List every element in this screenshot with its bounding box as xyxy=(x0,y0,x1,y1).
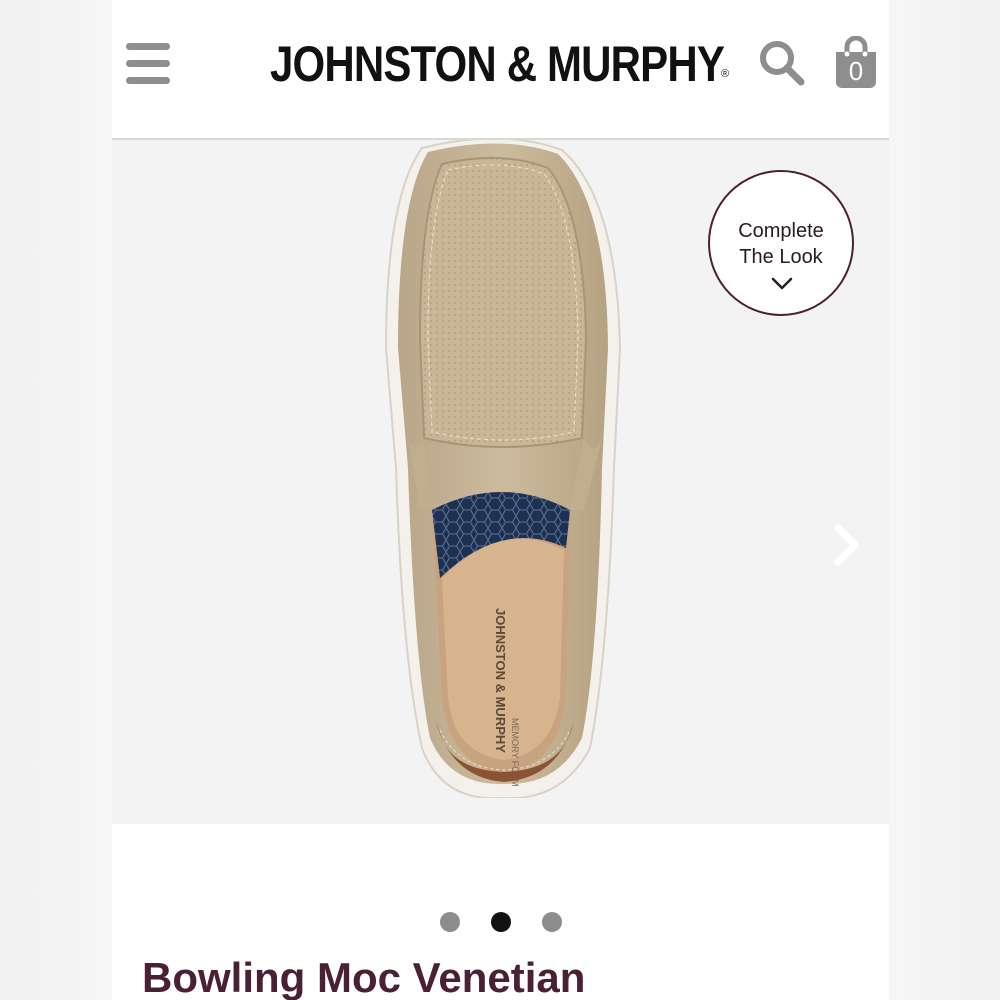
menu-bar xyxy=(126,60,170,67)
shopping-bag-icon[interactable]: 0 xyxy=(832,35,880,90)
product-image: JOHNSTON & MURPHY MEMORY FOAM xyxy=(384,140,622,798)
complete-the-look-button[interactable]: Complete The Look xyxy=(708,170,854,316)
complete-the-look-label: Complete The Look xyxy=(710,218,852,270)
menu-bar xyxy=(126,43,170,50)
chevron-right-icon[interactable] xyxy=(830,520,864,570)
mobile-screen: JOHNSTON & MURPHY ® 0 JOHNSTON & MURPHY … xyxy=(112,0,889,1000)
insole-brand-text: JOHNSTON & MURPHY xyxy=(493,608,508,753)
brand-logo[interactable]: JOHNSTON & MURPHY xyxy=(270,34,725,94)
cart-count: 0 xyxy=(848,56,864,86)
pagination-dot-3[interactable] xyxy=(542,912,562,932)
product-image-gallery[interactable]: JOHNSTON & MURPHY MEMORY FOAM Complete T… xyxy=(112,140,889,824)
gallery-pagination xyxy=(112,912,889,934)
menu-bar xyxy=(126,77,170,84)
complete-the-look-line2: The Look xyxy=(739,246,823,268)
product-title: Bowling Moc Venetian xyxy=(142,954,586,1000)
page: JOHNSTON & MURPHY ® 0 JOHNSTON & MURPHY … xyxy=(0,0,1000,1000)
pagination-dot-1[interactable] xyxy=(440,912,460,932)
site-header: JOHNSTON & MURPHY ® 0 xyxy=(112,0,889,140)
pagination-dot-2-active[interactable] xyxy=(491,912,511,932)
complete-the-look-line1: Complete xyxy=(738,220,824,242)
search-icon[interactable] xyxy=(757,38,807,88)
chevron-down-icon xyxy=(771,277,793,290)
registered-mark: ® xyxy=(721,68,730,80)
hamburger-menu-icon[interactable] xyxy=(124,40,172,88)
